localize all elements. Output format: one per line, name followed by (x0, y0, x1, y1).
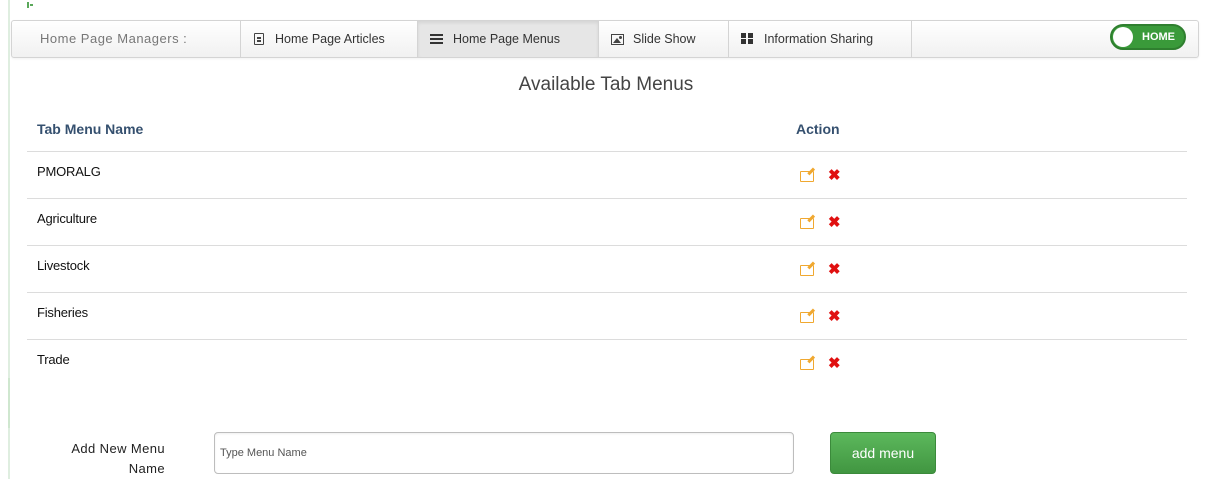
menu-name: Trade (37, 352, 70, 367)
list-icon (430, 33, 444, 45)
left-border-accent-lower (8, 378, 10, 428)
tab-slide-show[interactable]: Slide Show (599, 21, 729, 57)
column-header-action: Action (796, 121, 840, 137)
row-actions: ✖ (800, 168, 841, 183)
image-icon (611, 33, 624, 45)
add-menu-label: Add New Menu Name (71, 441, 165, 476)
row-actions: ✖ (800, 262, 841, 277)
edit-icon[interactable] (800, 358, 814, 370)
table-row: Fisheries ✖ (27, 292, 1187, 339)
home-toggle-button[interactable]: HOME (1110, 24, 1186, 50)
menu-name: Agriculture (37, 211, 97, 226)
toggle-knob (1113, 27, 1133, 47)
row-actions: ✖ (800, 215, 841, 230)
home-toggle-label: HOME (1142, 31, 1175, 43)
table-row: Trade ✖ (27, 339, 1187, 386)
menu-name: Livestock (37, 258, 90, 273)
table-row: Livestock ✖ (27, 245, 1187, 292)
edit-icon[interactable] (800, 217, 814, 229)
tab-information-sharing[interactable]: Information Sharing (729, 21, 912, 57)
column-header-tab-menu-name: Tab Menu Name (37, 121, 144, 137)
home-page-managers-navbar: Home Page Managers : Home Page Articles … (11, 20, 1199, 58)
table-row: Agriculture ✖ (27, 198, 1187, 245)
tab-label: Home Page Menus (453, 32, 561, 46)
delete-icon[interactable]: ✖ (828, 215, 841, 230)
menu-name: PMORALG (37, 164, 101, 179)
edit-icon[interactable] (800, 311, 814, 323)
tab-home-page-menus[interactable]: Home Page Menus (418, 21, 599, 57)
row-actions: ✖ (800, 356, 841, 371)
add-menu-button[interactable]: add menu (830, 432, 936, 474)
navbar-brand: Home Page Managers : (12, 21, 241, 57)
grid-icon (741, 33, 755, 45)
edit-icon[interactable] (800, 264, 814, 276)
tab-label: Information Sharing (764, 32, 874, 46)
edit-icon[interactable] (800, 170, 814, 182)
menu-name: Fisheries (37, 305, 88, 320)
page-title: Available Tab Menus (518, 74, 694, 95)
navbar-tabs: Home Page Articles Home Page Menus Slide… (241, 21, 912, 57)
delete-icon[interactable]: ✖ (828, 262, 841, 277)
menu-name-input[interactable] (214, 432, 794, 474)
file-icon (254, 33, 264, 45)
tab-label: Home Page Articles (275, 32, 385, 46)
row-actions: ✖ (800, 309, 841, 324)
tab-menus-table: PMORALG ✖ Agriculture ✖ Livestock ✖ Fish… (27, 151, 1187, 386)
tab-label: Slide Show (633, 32, 696, 46)
table-row: PMORALG ✖ (27, 151, 1187, 198)
delete-icon[interactable]: ✖ (828, 356, 841, 371)
delete-icon[interactable]: ✖ (828, 309, 841, 324)
corner-marker (27, 2, 35, 8)
tab-home-page-articles[interactable]: Home Page Articles (241, 21, 418, 57)
delete-icon[interactable]: ✖ (828, 168, 841, 183)
